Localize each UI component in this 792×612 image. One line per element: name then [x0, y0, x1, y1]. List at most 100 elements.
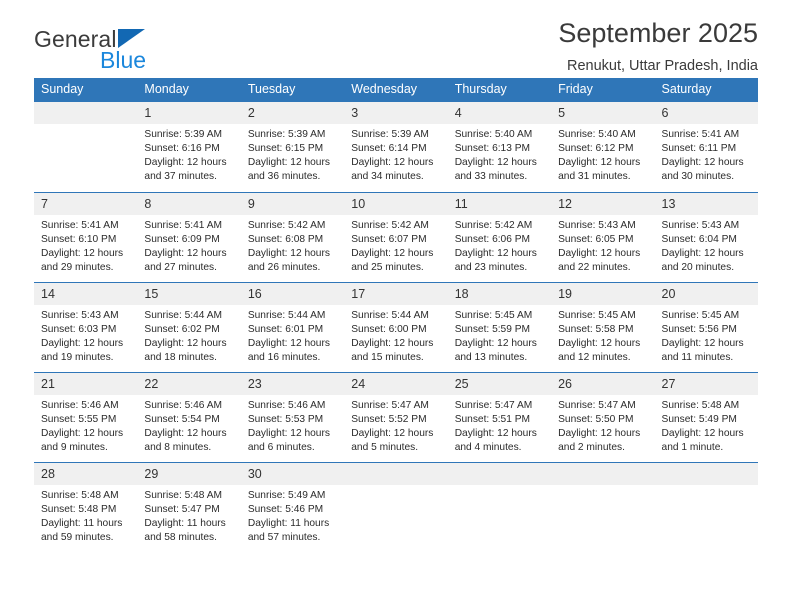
daylight-text-line1: Daylight: 12 hours	[41, 337, 124, 349]
day-details: Sunrise: 5:43 AM Sunset: 6:04 PM Dayligh…	[655, 215, 758, 275]
sunrise-text: Sunrise: 5:46 AM	[247, 399, 326, 411]
daylight-text-line1: Daylight: 12 hours	[558, 247, 641, 259]
daylight-text-line1: Daylight: 12 hours	[558, 427, 641, 439]
day-cell[interactable]: 21 Sunrise: 5:46 AM Sunset: 5:55 PM Dayl…	[34, 371, 138, 462]
sunset-text: Sunset: 5:46 PM	[247, 503, 324, 515]
day-details: Sunrise: 5:43 AM Sunset: 6:03 PM Dayligh…	[34, 305, 137, 365]
day-number: 21	[34, 372, 138, 395]
sunset-text: Sunset: 6:04 PM	[661, 233, 737, 245]
day-cell[interactable]: 9 Sunrise: 5:42 AM Sunset: 6:08 PM Dayli…	[240, 191, 345, 282]
calendar-page: General Blue September 2025 Renukut, Utt…	[0, 0, 792, 612]
sunset-text: Sunset: 6:00 PM	[351, 323, 427, 335]
day-cell[interactable]: 12 Sunrise: 5:43 AM Sunset: 6:05 PM Dayl…	[551, 191, 655, 282]
sunset-text: Sunset: 6:09 PM	[144, 233, 220, 245]
calendar-body: 1 Sunrise: 5:39 AM Sunset: 6:16 PM Dayli…	[34, 102, 758, 552]
day-number: 15	[137, 282, 241, 305]
daylight-text-line1: Daylight: 12 hours	[661, 427, 744, 439]
day-cell[interactable]: 3 Sunrise: 5:39 AM Sunset: 6:14 PM Dayli…	[344, 102, 448, 192]
daylight-text-line2: and 20 minutes.	[661, 261, 735, 273]
day-cell[interactable]: 22 Sunrise: 5:46 AM Sunset: 5:54 PM Dayl…	[137, 371, 241, 462]
day-cell[interactable]: 10 Sunrise: 5:42 AM Sunset: 6:07 PM Dayl…	[344, 191, 448, 282]
day-details: Sunrise: 5:48 AM Sunset: 5:48 PM Dayligh…	[34, 485, 137, 545]
day-details: Sunrise: 5:44 AM Sunset: 6:01 PM Dayligh…	[241, 305, 344, 365]
day-number: 9	[240, 192, 345, 215]
day-number: 26	[551, 372, 655, 395]
day-cell[interactable]: 14 Sunrise: 5:43 AM Sunset: 6:03 PM Dayl…	[34, 281, 138, 372]
day-cell[interactable]: 23 Sunrise: 5:46 AM Sunset: 5:53 PM Dayl…	[240, 371, 345, 462]
sunset-text: Sunset: 6:03 PM	[41, 323, 117, 335]
day-cell	[344, 461, 448, 552]
day-cell[interactable]: 7 Sunrise: 5:41 AM Sunset: 6:10 PM Dayli…	[34, 191, 138, 282]
day-cell[interactable]: 28 Sunrise: 5:48 AM Sunset: 5:48 PM Dayl…	[34, 461, 138, 552]
day-cell[interactable]: 19 Sunrise: 5:45 AM Sunset: 5:58 PM Dayl…	[551, 281, 655, 372]
sunrise-text: Sunrise: 5:45 AM	[454, 309, 533, 321]
day-number: 4	[447, 102, 552, 124]
sunrise-text: Sunrise: 5:49 AM	[247, 489, 326, 501]
calendar-week-row: 7 Sunrise: 5:41 AM Sunset: 6:10 PM Dayli…	[34, 191, 758, 282]
daylight-text-line1: Daylight: 12 hours	[661, 337, 744, 349]
day-details: Sunrise: 5:44 AM Sunset: 6:02 PM Dayligh…	[137, 305, 240, 365]
day-cell[interactable]: 27 Sunrise: 5:48 AM Sunset: 5:49 PM Dayl…	[654, 371, 758, 462]
day-cell[interactable]: 25 Sunrise: 5:47 AM Sunset: 5:51 PM Dayl…	[447, 371, 552, 462]
weekday-header-thursday: Thursday	[447, 78, 552, 102]
daylight-text-line2: and 5 minutes.	[351, 441, 419, 453]
sunset-text: Sunset: 6:02 PM	[144, 323, 220, 335]
day-cell[interactable]: 13 Sunrise: 5:43 AM Sunset: 6:04 PM Dayl…	[654, 191, 758, 282]
calendar-week-row: 1 Sunrise: 5:39 AM Sunset: 6:16 PM Dayli…	[34, 102, 758, 192]
day-details: Sunrise: 5:42 AM Sunset: 6:07 PM Dayligh…	[344, 215, 447, 275]
day-cell[interactable]: 6 Sunrise: 5:41 AM Sunset: 6:11 PM Dayli…	[654, 102, 758, 192]
sunrise-text: Sunrise: 5:42 AM	[247, 219, 326, 231]
day-number: 28	[34, 462, 138, 485]
day-cell[interactable]: 8 Sunrise: 5:41 AM Sunset: 6:09 PM Dayli…	[137, 191, 241, 282]
day-details: Sunrise: 5:46 AM Sunset: 5:53 PM Dayligh…	[241, 395, 344, 455]
daylight-text-line1: Daylight: 12 hours	[247, 157, 330, 169]
day-cell[interactable]: 11 Sunrise: 5:42 AM Sunset: 6:06 PM Dayl…	[447, 191, 552, 282]
day-cell[interactable]: 20 Sunrise: 5:45 AM Sunset: 5:56 PM Dayl…	[654, 281, 758, 372]
day-cell[interactable]: 24 Sunrise: 5:47 AM Sunset: 5:52 PM Dayl…	[344, 371, 448, 462]
general-blue-logo[interactable]: General Blue	[34, 26, 264, 82]
day-cell[interactable]: 30 Sunrise: 5:49 AM Sunset: 5:46 PM Dayl…	[240, 461, 345, 552]
day-number: 24	[344, 372, 448, 395]
sunrise-text: Sunrise: 5:41 AM	[144, 219, 223, 231]
day-cell[interactable]: 16 Sunrise: 5:44 AM Sunset: 6:01 PM Dayl…	[240, 281, 345, 372]
sunset-text: Sunset: 6:13 PM	[454, 143, 531, 155]
daylight-text-line2: and 18 minutes.	[144, 351, 217, 363]
day-details: Sunrise: 5:46 AM Sunset: 5:55 PM Dayligh…	[34, 395, 137, 455]
sunset-text: Sunset: 5:50 PM	[558, 413, 634, 425]
day-number: 2	[240, 102, 345, 124]
sunset-text: Sunset: 6:12 PM	[558, 143, 634, 155]
day-cell[interactable]: 1 Sunrise: 5:39 AM Sunset: 6:16 PM Dayli…	[137, 102, 241, 192]
day-cell[interactable]: 18 Sunrise: 5:45 AM Sunset: 5:59 PM Dayl…	[447, 281, 552, 372]
daylight-text-line1: Daylight: 12 hours	[661, 157, 744, 169]
day-cell[interactable]: 26 Sunrise: 5:47 AM Sunset: 5:50 PM Dayl…	[551, 371, 655, 462]
calendar-week-row: 21 Sunrise: 5:46 AM Sunset: 5:55 PM Dayl…	[34, 371, 758, 462]
daylight-text-line1: Daylight: 11 hours	[41, 517, 123, 529]
day-cell[interactable]: 17 Sunrise: 5:44 AM Sunset: 6:00 PM Dayl…	[344, 281, 448, 372]
daylight-text-line1: Daylight: 12 hours	[454, 247, 537, 259]
day-number	[447, 462, 552, 485]
sunrise-text: Sunrise: 5:44 AM	[247, 309, 326, 321]
sunset-text: Sunset: 6:07 PM	[351, 233, 427, 245]
day-cell[interactable]: 2 Sunrise: 5:39 AM Sunset: 6:15 PM Dayli…	[240, 102, 345, 192]
day-details: Sunrise: 5:40 AM Sunset: 6:12 PM Dayligh…	[551, 124, 654, 184]
day-details: Sunrise: 5:45 AM Sunset: 5:59 PM Dayligh…	[448, 305, 551, 365]
day-details: Sunrise: 5:48 AM Sunset: 5:47 PM Dayligh…	[137, 485, 240, 545]
sunset-text: Sunset: 5:49 PM	[661, 413, 737, 425]
daylight-text-line2: and 16 minutes.	[247, 351, 321, 363]
day-cell[interactable]: 5 Sunrise: 5:40 AM Sunset: 6:12 PM Dayli…	[551, 102, 655, 192]
page-title: September 2025	[558, 18, 758, 48]
daylight-text-line2: and 4 minutes.	[454, 441, 522, 453]
day-number: 17	[344, 282, 448, 305]
daylight-text-line1: Daylight: 12 hours	[247, 247, 330, 259]
daylight-text-line1: Daylight: 12 hours	[558, 157, 641, 169]
day-cell[interactable]: 4 Sunrise: 5:40 AM Sunset: 6:13 PM Dayli…	[447, 102, 552, 192]
day-cell[interactable]: 29 Sunrise: 5:48 AM Sunset: 5:47 PM Dayl…	[137, 461, 241, 552]
sunset-text: Sunset: 5:54 PM	[144, 413, 220, 425]
sunset-text: Sunset: 5:58 PM	[558, 323, 634, 335]
sunrise-text: Sunrise: 5:39 AM	[144, 129, 223, 140]
day-details: Sunrise: 5:39 AM Sunset: 6:16 PM Dayligh…	[137, 124, 240, 184]
sunrise-text: Sunrise: 5:43 AM	[558, 219, 636, 231]
day-cell[interactable]: 15 Sunrise: 5:44 AM Sunset: 6:02 PM Dayl…	[137, 281, 241, 372]
day-number: 10	[344, 192, 448, 215]
weekday-header-wednesday: Wednesday	[344, 78, 448, 102]
